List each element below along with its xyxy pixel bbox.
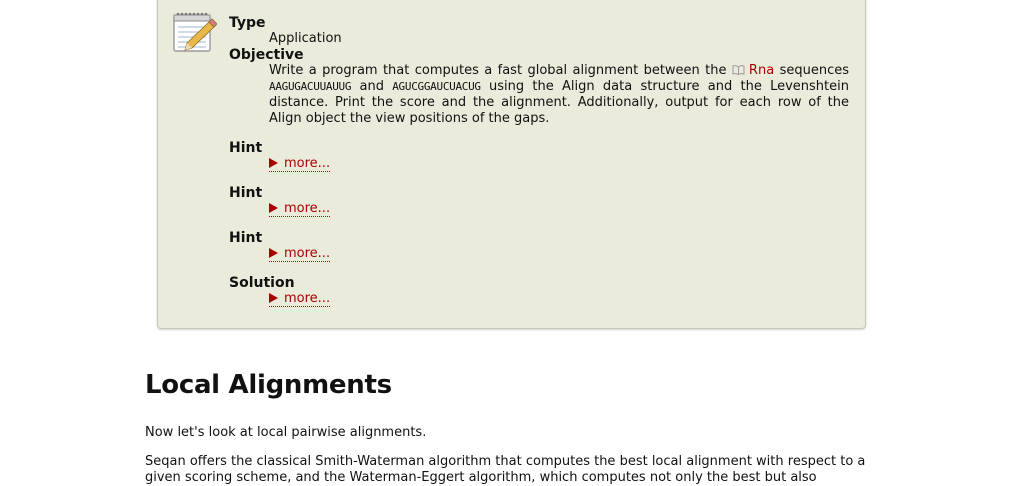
sequence-2: AGUCGGAUCUACUG — [392, 80, 481, 93]
hint-2-more-toggle[interactable]: more... — [269, 201, 331, 217]
type-label: Type — [229, 15, 266, 31]
solution-more-toggle[interactable]: more... — [269, 291, 331, 307]
hint-3-label: Hint — [229, 230, 263, 246]
sequence-1: AAGUGACUUAUUG — [269, 80, 352, 93]
hint-1-label: Hint — [229, 140, 263, 156]
hint-1-more-toggle[interactable]: more... — [269, 156, 331, 172]
triangle-right-icon — [269, 248, 278, 258]
triangle-right-icon — [269, 203, 278, 213]
notepad-pencil-icon — [173, 12, 217, 52]
rna-link[interactable]: Rna — [732, 63, 774, 78]
assignment-box: Type Application Objective Write a progr… — [157, 0, 866, 329]
triangle-right-icon — [269, 293, 278, 303]
section-heading: Local Alignments — [145, 370, 392, 400]
triangle-right-icon — [269, 158, 278, 168]
hint-2-label: Hint — [229, 185, 263, 201]
objective-label: Objective — [229, 47, 304, 63]
type-value: Application — [269, 31, 342, 46]
intro-paragraph: Now let's look at local pairwise alignme… — [145, 425, 427, 440]
hint-3-more-toggle[interactable]: more... — [269, 246, 331, 262]
book-icon — [732, 65, 745, 75]
smith-waterman-paragraph: Seqan offers the classical Smith-Waterma… — [145, 454, 866, 485]
assignment-definition-list: Type Application Objective Write a progr… — [229, 15, 849, 307]
solution-label: Solution — [229, 275, 295, 291]
objective-text: Write a program that computes a fast glo… — [269, 63, 849, 126]
